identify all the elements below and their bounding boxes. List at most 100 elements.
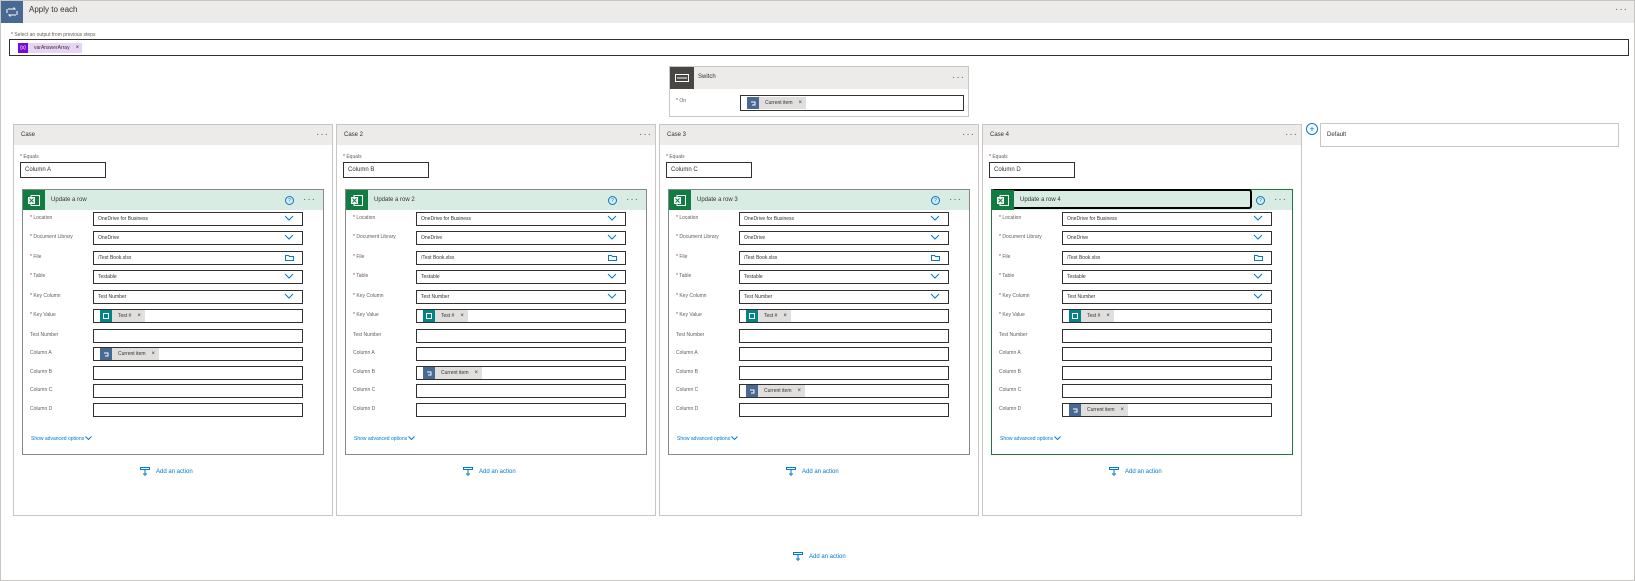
key-value-token[interactable]: Test # × — [100, 310, 145, 322]
switch-more-button[interactable]: ··· — [952, 73, 965, 83]
action-more-button[interactable]: ··· — [303, 195, 316, 205]
remove-token-icon[interactable]: × — [76, 45, 80, 51]
field-input[interactable]: OneDrive — [739, 231, 949, 245]
field-input[interactable]: OneDrive — [416, 231, 626, 245]
key-value-token[interactable]: Test # × — [746, 310, 791, 322]
folder-icon[interactable] — [931, 254, 940, 261]
remove-token-icon[interactable]: × — [798, 388, 802, 394]
add-an-action-button[interactable]: Add an action — [786, 467, 839, 477]
field-input[interactable] — [1062, 384, 1272, 398]
add-an-action-button[interactable]: Add an action — [140, 467, 193, 477]
field-input[interactable] — [416, 347, 626, 361]
field-input[interactable] — [1062, 366, 1272, 380]
switch-on-input[interactable]: Current item × — [740, 95, 964, 111]
remove-token-icon[interactable]: × — [137, 313, 141, 319]
field-input[interactable] — [739, 329, 949, 343]
key-value-token[interactable]: Test # × — [423, 310, 468, 322]
var-answer-array-token[interactable]: {x} varAnswerArray × — [18, 43, 83, 53]
case-more-button[interactable]: ··· — [639, 130, 652, 140]
select-output-input[interactable]: {x} varAnswerArray × — [9, 39, 1629, 56]
field-input[interactable]: Test Number — [739, 290, 949, 304]
field-input[interactable] — [739, 366, 949, 380]
case-header[interactable]: Case 3 ··· — [660, 125, 978, 145]
field-input[interactable]: /Test Book.xlsx — [739, 251, 949, 265]
field-input[interactable]: Testable — [416, 270, 626, 284]
folder-icon[interactable] — [1254, 254, 1263, 261]
current-item-token[interactable]: Current item × — [746, 385, 806, 397]
action-header[interactable]: Update a row 3? ··· — [669, 190, 969, 210]
help-icon[interactable]: ? — [608, 196, 617, 205]
add-an-action-button[interactable]: Add an action — [463, 467, 516, 477]
field-input[interactable] — [416, 403, 626, 417]
remove-token-icon[interactable]: × — [475, 370, 479, 376]
field-input[interactable]: Test # × — [93, 309, 303, 323]
key-value-token[interactable]: Test # × — [1069, 310, 1114, 322]
action-header[interactable]: Update a row 2? ··· — [346, 190, 646, 210]
help-icon[interactable]: ? — [1256, 196, 1265, 205]
show-advanced-options-link[interactable]: Show advanced options — [31, 436, 93, 442]
field-input[interactable]: Test # × — [739, 309, 949, 323]
help-icon[interactable]: ? — [931, 196, 940, 205]
switch-header[interactable]: Switch ··· — [670, 67, 968, 89]
field-input[interactable] — [416, 329, 626, 343]
add-an-action-button[interactable]: Add an action — [1109, 467, 1162, 477]
field-input[interactable]: Test # × — [416, 309, 626, 323]
add-case-button[interactable]: + — [1306, 123, 1318, 135]
field-input[interactable]: Test Number — [93, 290, 303, 304]
field-input[interactable]: Test # × — [1062, 309, 1272, 323]
show-advanced-options-link[interactable]: Show advanced options — [677, 436, 739, 442]
field-input[interactable]: Testable — [1062, 270, 1272, 284]
case-more-button[interactable]: ··· — [1285, 130, 1298, 140]
help-icon[interactable]: ? — [285, 196, 294, 205]
field-input[interactable]: OneDrive — [93, 231, 303, 245]
add-an-action-button[interactable]: Add an action — [793, 552, 846, 562]
field-input[interactable] — [1062, 347, 1272, 361]
current-item-token[interactable]: Current item × — [423, 367, 483, 379]
field-input[interactable] — [93, 403, 303, 417]
equals-input[interactable]: Column B — [343, 162, 429, 178]
equals-input[interactable]: Column D — [989, 162, 1075, 178]
apply-to-each-header[interactable]: Apply to each ··· — [1, 1, 1634, 23]
action-header[interactable]: Update a row? ··· — [23, 190, 323, 210]
action-more-button[interactable]: ··· — [1274, 195, 1287, 205]
action-more-button[interactable]: ··· — [949, 195, 962, 205]
remove-token-icon[interactable]: × — [1121, 407, 1125, 413]
remove-token-icon[interactable]: × — [1106, 313, 1110, 319]
remove-token-icon[interactable]: × — [460, 313, 464, 319]
remove-token-icon[interactable]: × — [152, 351, 156, 357]
case-header[interactable]: Case ··· — [14, 125, 332, 145]
field-input[interactable]: /Test Book.xlsx — [93, 251, 303, 265]
field-input[interactable]: Current item × — [1062, 403, 1272, 417]
field-input[interactable]: Current item × — [93, 347, 303, 361]
field-input[interactable] — [93, 366, 303, 380]
show-advanced-options-link[interactable]: Show advanced options — [354, 436, 416, 442]
field-input[interactable]: OneDrive for Business — [739, 212, 949, 226]
folder-icon[interactable] — [608, 254, 617, 261]
field-input[interactable]: OneDrive — [1062, 231, 1272, 245]
field-input[interactable]: Test Number — [416, 290, 626, 304]
current-item-token[interactable]: Current item × — [1069, 404, 1129, 416]
folder-icon[interactable] — [285, 254, 294, 261]
remove-token-icon[interactable]: × — [799, 100, 803, 106]
show-advanced-options-link[interactable]: Show advanced options — [1000, 436, 1062, 442]
field-input[interactable]: /Test Book.xlsx — [416, 251, 626, 265]
current-item-token[interactable]: Current item × — [100, 348, 160, 360]
field-input[interactable] — [93, 329, 303, 343]
case-header[interactable]: Case 4 ··· — [983, 125, 1301, 145]
switch-current-item-token[interactable]: Current item × — [747, 97, 807, 109]
equals-input[interactable]: Column A — [20, 162, 106, 178]
field-input[interactable]: /Test Book.xlsx — [1062, 251, 1272, 265]
field-input[interactable]: Current item × — [416, 366, 626, 380]
field-input[interactable] — [739, 347, 949, 361]
field-input[interactable]: Current item × — [739, 384, 949, 398]
case-more-button[interactable]: ··· — [962, 130, 975, 140]
case-more-button[interactable]: ··· — [316, 130, 329, 140]
field-input[interactable]: Testable — [739, 270, 949, 284]
default-case[interactable]: Default — [1320, 123, 1619, 147]
field-input[interactable] — [739, 403, 949, 417]
field-input[interactable] — [1062, 329, 1272, 343]
remove-token-icon[interactable]: × — [783, 313, 787, 319]
field-input[interactable]: OneDrive for Business — [416, 212, 626, 226]
field-input[interactable]: OneDrive for Business — [93, 212, 303, 226]
field-input[interactable] — [416, 384, 626, 398]
